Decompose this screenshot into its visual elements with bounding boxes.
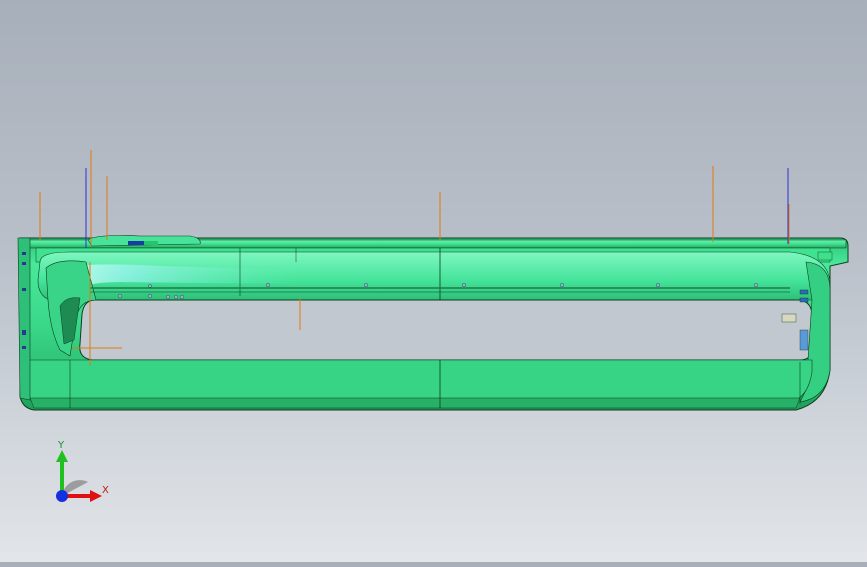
x-axis-label: X [102,485,109,496]
view-orientation-triad[interactable]: Y X [48,438,118,514]
model-canvas[interactable] [0,0,867,562]
part-body[interactable] [17,235,849,411]
graphics-viewport[interactable]: Y X [0,0,867,562]
y-axis-label: Y [58,440,65,451]
